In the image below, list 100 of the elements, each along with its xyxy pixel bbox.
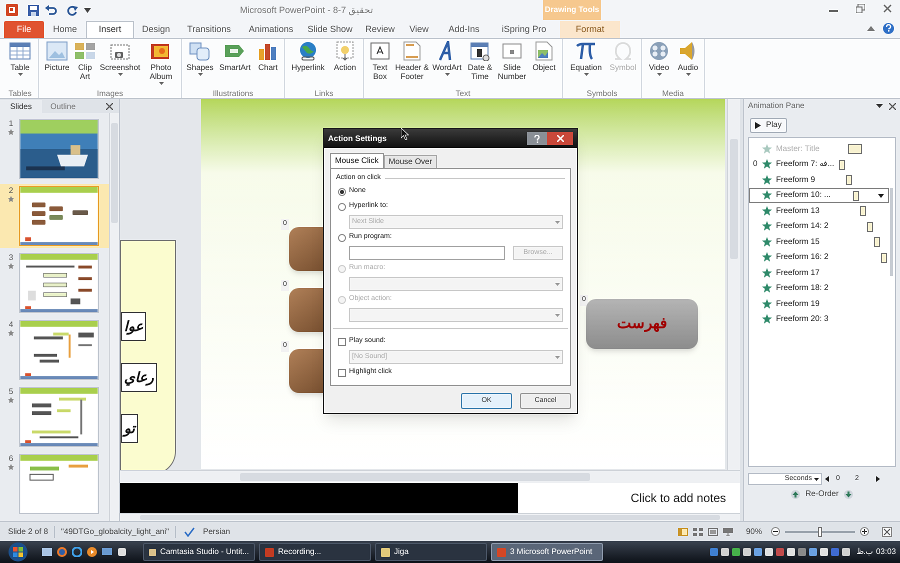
close-icon[interactable]	[106, 103, 113, 110]
ribbon-button[interactable]: Object	[529, 41, 559, 72]
play-button[interactable]: Play	[750, 118, 787, 132]
slide-thumbnail-row[interactable]: 3	[0, 251, 109, 315]
taskbar-button[interactable]: Recording...	[259, 543, 371, 561]
file-tab[interactable]: File	[4, 21, 44, 38]
ribbon-button[interactable]: WordArt	[431, 41, 463, 76]
horizontal-scrollbar[interactable]	[120, 513, 740, 521]
undo-icon[interactable]	[45, 4, 57, 16]
program-input[interactable]	[349, 246, 505, 260]
collapse-ribbon-icon[interactable]	[867, 26, 875, 31]
move-down-icon[interactable]	[844, 490, 853, 498]
reading-view-icon[interactable]	[708, 528, 718, 536]
spellcheck-icon[interactable]	[184, 526, 195, 536]
media-player-icon[interactable]	[87, 547, 97, 557]
animation-item[interactable]: Freeform 16: 2	[749, 250, 889, 265]
slide-sorter-icon[interactable]	[692, 528, 703, 536]
vertical-scrollbar[interactable]	[109, 113, 119, 521]
scroll-right-icon[interactable]	[876, 476, 880, 482]
ribbon-tab[interactable]: View	[402, 21, 436, 38]
slide-thumbnail[interactable]	[19, 253, 99, 313]
ribbon-tab[interactable]: Format	[560, 21, 620, 38]
pane-tab[interactable]: Outline	[42, 100, 84, 113]
help-button[interactable]	[527, 132, 547, 145]
scroll-left-icon[interactable]	[825, 476, 829, 482]
taskbar-button[interactable]: 3 Microsoft PowerPoint	[491, 543, 603, 561]
ribbon-button[interactable]: Photo Album	[144, 41, 178, 85]
slide-thumbnail[interactable]	[19, 387, 99, 447]
slide-thumbnail[interactable]	[19, 454, 99, 514]
start-button-icon[interactable]	[8, 542, 28, 562]
ribbon-button[interactable]: Chart	[255, 41, 281, 72]
zoom-in-icon[interactable]	[860, 527, 869, 536]
ribbon-button[interactable]: Video	[645, 41, 673, 76]
animation-item[interactable]: Freeform 17	[749, 265, 889, 280]
ribbon-button[interactable]: Action	[330, 41, 360, 72]
monitor-icon[interactable]	[102, 547, 112, 557]
fit-to-window-icon[interactable]	[882, 526, 892, 536]
ribbon-button[interactable]: Shapes	[185, 41, 215, 76]
close-button[interactable]	[547, 132, 573, 145]
ribbon-button[interactable]: Table	[5, 41, 35, 76]
pane-menu-caret-icon[interactable]	[876, 104, 883, 108]
ribbon-tab[interactable]: Home	[44, 21, 86, 38]
slide-thumbnail[interactable]	[19, 186, 99, 246]
ribbon-tab[interactable]: Slide Show	[302, 21, 358, 38]
close-icon[interactable]	[889, 102, 896, 110]
slide-thumbnail-row[interactable]: 2	[0, 184, 109, 248]
show-desktop-icon[interactable]	[42, 547, 52, 557]
animation-item[interactable]: Freeform 20: 3	[749, 312, 889, 327]
animation-item[interactable]: Freeform 13	[749, 203, 889, 218]
ribbon-button[interactable]: Audio	[675, 41, 701, 76]
animation-item[interactable]: Freeform 14: 2	[749, 218, 889, 234]
slide-show-icon[interactable]	[722, 528, 733, 536]
ribbon-button[interactable]: Slide Number	[497, 41, 527, 81]
pane-tab[interactable]: Slides	[0, 100, 42, 113]
save-icon[interactable]	[28, 4, 39, 16]
close-icon[interactable]	[883, 4, 892, 13]
ribbon-tab[interactable]: Add-Ins	[436, 21, 492, 38]
taskbar-button[interactable]: Camtasia Studio - Untit...	[143, 543, 255, 561]
redo-icon[interactable]	[67, 4, 78, 16]
slide-thumbnail-row[interactable]: 5	[0, 385, 109, 449]
animation-item[interactable]: Freeform 18: 2	[749, 280, 889, 296]
ribbon-button[interactable]: Equation	[566, 41, 606, 76]
ribbon-button[interactable]: Hyperlink	[288, 41, 328, 72]
dialog-tab[interactable]: Mouse Over	[384, 155, 438, 168]
slide-thumbnail[interactable]	[19, 119, 99, 179]
slide-thumbnail-row[interactable]: 1	[0, 117, 109, 181]
ribbon-button[interactable]: Clip Art	[74, 41, 96, 81]
customize-caret-icon[interactable]	[84, 8, 91, 12]
help-icon[interactable]	[883, 23, 894, 34]
restore-icon[interactable]	[856, 4, 865, 13]
animation-item[interactable]: Freeform 9	[749, 172, 889, 188]
dropdown-caret-icon[interactable]	[878, 194, 884, 198]
ribbon-tab[interactable]: Insert	[86, 21, 134, 38]
ribbon-tab[interactable]: Review	[358, 21, 402, 38]
ribbon-tab[interactable]: Transitions	[178, 21, 240, 38]
browser-icon[interactable]	[72, 547, 82, 557]
slide-thumbnail-row[interactable]: 6	[0, 452, 109, 516]
ribbon-tab[interactable]: Animations	[240, 21, 302, 38]
ribbon-tab[interactable]: Design	[134, 21, 178, 38]
vertical-scrollbar[interactable]	[727, 99, 740, 470]
horizontal-scrollbar[interactable]	[120, 470, 740, 483]
ribbon-button[interactable]: Picture	[42, 41, 72, 72]
ribbon-button[interactable]: Header & Footer	[395, 41, 429, 81]
slide-thumbnail[interactable]	[19, 320, 99, 380]
move-up-icon[interactable]	[791, 490, 800, 498]
slide-thumbnail-row[interactable]: 4	[0, 318, 109, 382]
powerpoint-icon[interactable]	[6, 4, 18, 16]
ribbon-button[interactable]: Date & Time	[465, 41, 495, 81]
ribbon-tab[interactable]: iSpring Pro	[492, 21, 556, 38]
zoom-out-icon[interactable]	[771, 527, 780, 536]
ribbon-button[interactable]: SmartArt	[217, 41, 253, 72]
taskbar-button[interactable]: Jiga	[375, 543, 487, 561]
animation-item[interactable]: Freeform 15	[749, 234, 889, 250]
app-icon[interactable]	[117, 547, 127, 557]
slide-number: 1	[8, 119, 14, 129]
ribbon-button[interactable]: Screenshot	[98, 41, 142, 76]
dialog-tab[interactable]: Mouse Click	[330, 153, 384, 168]
ribbon-button[interactable]: Text Box	[367, 41, 393, 81]
animation-item[interactable]: Freeform 10: ...	[749, 188, 889, 203]
animation-item[interactable]: Freeform 19	[749, 296, 889, 312]
